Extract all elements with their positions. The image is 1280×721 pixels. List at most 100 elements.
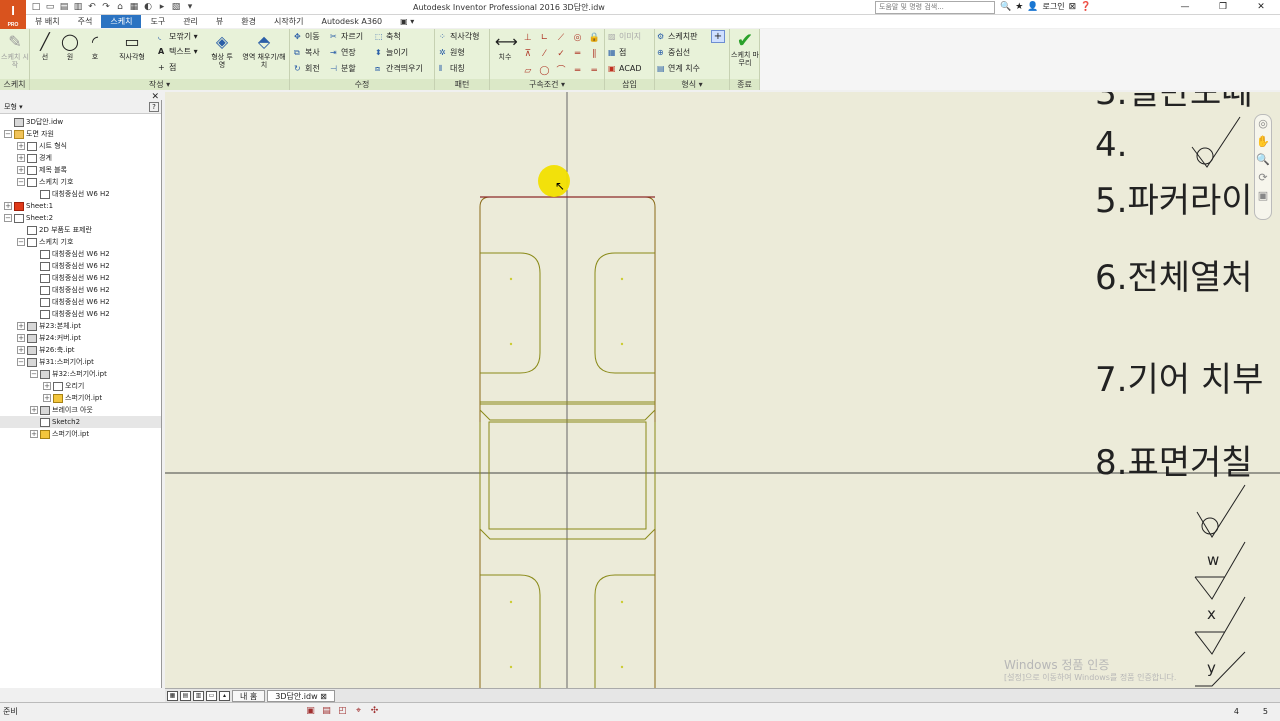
rect-pattern-button[interactable]: ⁘ 직사각형 (439, 32, 479, 42)
quick-access-icon-4[interactable]: ↶ (86, 2, 98, 13)
quick-access-icon-6[interactable]: ⌂ (114, 2, 126, 13)
tree-node[interactable]: + 시트 형식 (0, 140, 161, 152)
view-vertical-icon[interactable]: ▥ (193, 690, 204, 701)
tree-node[interactable]: + Sheet:1 (0, 200, 161, 212)
tab-environments[interactable]: 환경 (232, 15, 265, 28)
constraint-icon-1[interactable]: ∟ (537, 31, 553, 46)
expand-toggle-icon[interactable]: + (17, 346, 25, 354)
expand-toggle-icon[interactable]: + (17, 142, 25, 150)
favorite-icon[interactable]: ★ (1015, 2, 1023, 12)
acad-button[interactable]: ▣ ACAD (608, 64, 642, 74)
quick-access-icon-7[interactable]: ▦ (128, 2, 140, 13)
line-button[interactable]: ╱ 선 (34, 32, 56, 61)
fillet-button[interactable]: ◟ 모깎기 ▾ (158, 32, 198, 42)
help-icon[interactable]: ❓ (1080, 2, 1091, 12)
tree-node[interactable]: Sketch2 (0, 416, 161, 428)
drawing-canvas[interactable]: 3.일반모떼 4. 5.파커라이 6.전체열처 7.기어 치부 8.표면거칠 w… (165, 92, 1280, 688)
exchange-icon[interactable]: ⊠ (1069, 2, 1077, 12)
tab-a360[interactable]: Autodesk A360 (312, 15, 391, 28)
quick-access-icon-0[interactable]: □ (30, 2, 42, 13)
constraint-icon-12[interactable]: ⌒ (553, 64, 569, 79)
browser-dropdown[interactable]: 모형 ▾ (4, 103, 23, 111)
tab-menu-icon[interactable]: ▴ (219, 690, 230, 701)
view-horizontal-icon[interactable]: ▤ (180, 690, 191, 701)
rotate-button[interactable]: ↻ 회전 (294, 64, 320, 74)
status-tool-3-icon[interactable]: ◰ (337, 706, 348, 717)
orbit-icon[interactable]: ⟳ (1255, 169, 1271, 187)
tree-node[interactable]: 대칭중심선 W6 H2 (0, 260, 161, 272)
tree-node[interactable]: + 제목 블록 (0, 164, 161, 176)
tree-node[interactable]: 대칭중심선 W6 H2 (0, 248, 161, 260)
tree-node[interactable]: − Sheet:2 (0, 212, 161, 224)
quick-access-icon-3[interactable]: ▥ (72, 2, 84, 13)
centerline-button[interactable]: ⊕ 중심선 (657, 48, 690, 58)
import-points-button[interactable]: ▦ 점 (608, 48, 626, 58)
status-tool-4-icon[interactable]: ⌖ (353, 706, 364, 717)
help-search-input[interactable]: 도움말 및 명령 검색... (875, 1, 995, 14)
view-cascade-icon[interactable]: ▭ (206, 690, 217, 701)
tree-node[interactable]: − 도면 자원 (0, 128, 161, 140)
constraint-icon-2[interactable]: ⟋ (553, 31, 569, 46)
constraint-icon-4[interactable]: 🔒 (586, 31, 602, 46)
browser-help-icon[interactable]: ? (149, 102, 159, 112)
start-sketch-button[interactable]: ✎ 스케치 시작 (1, 32, 29, 69)
tree-node[interactable]: 2D 부품도 표제란 (0, 224, 161, 236)
tree-node[interactable]: − 뷰32:스퍼기어.ipt (0, 368, 161, 380)
expand-toggle-icon[interactable]: − (17, 358, 25, 366)
tab-view[interactable]: 뷰 (207, 15, 232, 28)
expand-toggle-icon[interactable]: + (30, 430, 38, 438)
zoom-icon[interactable]: 🔍 (1255, 151, 1271, 169)
tab-place-views[interactable]: 뷰 배치 (26, 15, 69, 28)
search-icon[interactable]: 🔍 (1000, 2, 1011, 12)
circle-button[interactable]: ◯ 원 (58, 32, 82, 61)
expand-toggle-icon[interactable]: − (17, 238, 25, 246)
tree-node[interactable]: + 경계 (0, 152, 161, 164)
expand-toggle-icon[interactable]: + (17, 166, 25, 174)
offset-button[interactable]: ⧈ 간격띄우기 (375, 64, 423, 74)
fill-hatch-button[interactable]: ⬘ 영역 채우기/해치 (240, 32, 288, 69)
extend-button[interactable]: ⇥ 연장 (330, 48, 356, 58)
construction-toggle[interactable]: + (711, 30, 725, 43)
quick-access-icon-2[interactable]: ▤ (58, 2, 70, 13)
tree-node[interactable]: 3D답안.idw (0, 116, 161, 128)
tree-node[interactable]: 대칭중심선 W6 H2 (0, 188, 161, 200)
tree-node[interactable]: 대칭중심선 W6 H2 (0, 296, 161, 308)
quick-access-icon-1[interactable]: ▭ (44, 2, 56, 13)
finish-sketch-button[interactable]: ✔ 스케치 마무리 (731, 30, 759, 67)
tab-sketch[interactable]: 스케치 (101, 15, 142, 28)
constraint-icon-5[interactable]: ⊼ (520, 47, 536, 62)
tree-node[interactable]: 대칭중심선 W6 H2 (0, 308, 161, 320)
constraint-icon-0[interactable]: ⊥ (520, 31, 536, 46)
tree-node[interactable]: + 스퍼기어.ipt (0, 428, 161, 440)
dimension-button[interactable]: ⟷ 치수 (492, 32, 518, 61)
full-nav-wheel-icon[interactable]: ◎ (1255, 115, 1271, 133)
view-tile-icon[interactable]: ▦ (167, 690, 178, 701)
tree-node[interactable]: + 브레이크 아웃 (0, 404, 161, 416)
close-button[interactable]: ✕ (1242, 0, 1280, 15)
tree-node[interactable]: − 뷰31:스퍼기어.ipt (0, 356, 161, 368)
app-logo-button[interactable]: I PRO (0, 0, 26, 29)
status-tool-1-icon[interactable]: ▣ (305, 706, 316, 717)
constraint-icon-11[interactable]: ◯ (537, 64, 553, 79)
tree-node[interactable]: + 뷰23:본체.ipt (0, 320, 161, 332)
pan-icon[interactable]: ✋ (1255, 133, 1271, 151)
tab-get-started[interactable]: 시작하기 (265, 15, 312, 28)
tab-annotate[interactable]: 주석 (69, 15, 102, 28)
split-button[interactable]: ⊣ 분할 (330, 64, 356, 74)
copy-button[interactable]: ⧉ 복사 (294, 48, 320, 58)
trim-button[interactable]: ✂ 자르기 (330, 32, 363, 42)
restore-button[interactable]: ❐ (1204, 0, 1242, 15)
tab-3d-answer-idw[interactable]: 3D답안.idw ⊠ (267, 689, 335, 702)
rectangle-button[interactable]: ▭ 직사각형 (112, 32, 152, 61)
tree-node[interactable]: + 뷰26:축.ipt (0, 344, 161, 356)
expand-toggle-icon[interactable]: − (4, 214, 12, 222)
tree-node[interactable]: + 뷰24:커버.ipt (0, 332, 161, 344)
expand-toggle-icon[interactable]: + (17, 154, 25, 162)
circular-pattern-button[interactable]: ✲ 원형 (439, 48, 465, 58)
tree-node[interactable]: − 스케치 기호 (0, 236, 161, 248)
sketch-style-button[interactable]: ⚙ 스케치판 (657, 32, 697, 42)
mirror-button[interactable]: ⫴ 대칭 (439, 64, 465, 74)
constraint-icon-6[interactable]: ⁄ (537, 47, 553, 62)
expand-toggle-icon[interactable]: − (4, 130, 12, 138)
constraint-icon-10[interactable]: ▱ (520, 64, 536, 79)
